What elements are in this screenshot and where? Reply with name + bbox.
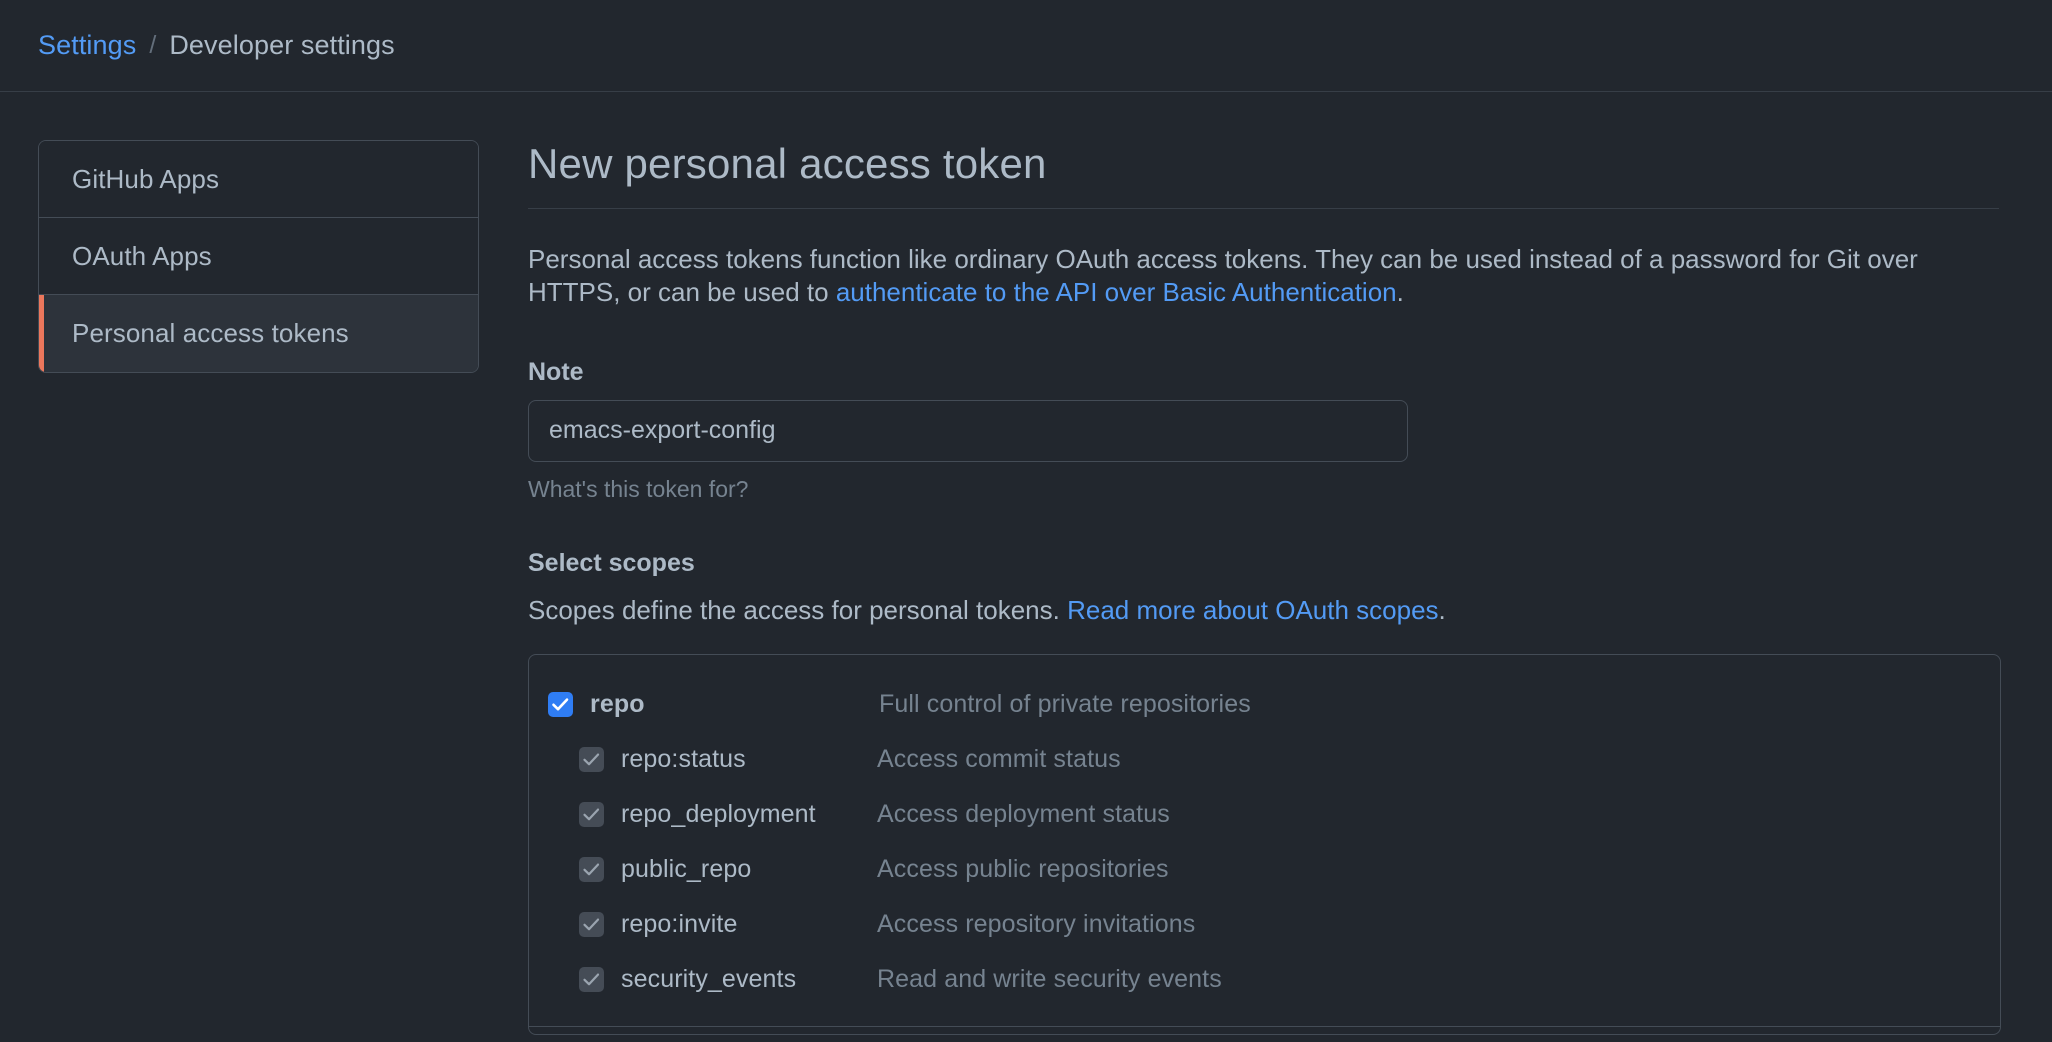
sidebar-item-label: Personal access tokens: [72, 318, 349, 348]
intro-paragraph: Personal access tokens function like ord…: [528, 243, 1988, 310]
scopes-description: Scopes define the access for personal to…: [528, 595, 1999, 626]
checkbox-checked-disabled-icon: [579, 856, 604, 882]
breadcrumb-settings-link[interactable]: Settings: [38, 30, 136, 61]
scope-row-security-events: security_events Read and write security …: [529, 952, 2000, 1007]
scope-description: Full control of private repositories: [879, 689, 1251, 718]
scope-name: public_repo: [621, 854, 752, 883]
scope-description: Access public repositories: [877, 854, 1169, 883]
checkbox-checked-disabled-icon: [579, 911, 604, 937]
note-label: Note: [528, 357, 584, 386]
scope-row-repo-deployment: repo_deployment Access deployment status: [529, 787, 2000, 842]
select-scopes-title: Select scopes: [528, 548, 695, 577]
sidebar-item-personal-access-tokens[interactable]: Personal access tokens: [39, 295, 478, 372]
oauth-scopes-link[interactable]: Read more about OAuth scopes: [1067, 595, 1438, 625]
note-input[interactable]: [528, 399, 1408, 462]
scope-description: Read and write security events: [877, 964, 1222, 993]
breadcrumb-current-page: Developer settings: [169, 30, 395, 60]
scope-name: repo: [590, 689, 645, 718]
scope-description: Access commit status: [877, 744, 1121, 773]
sidebar-item-label: OAuth Apps: [72, 240, 212, 271]
page-body: GitHub Apps OAuth Apps Personal access t…: [0, 92, 2052, 1035]
scope-name: repo:invite: [621, 909, 738, 938]
page-title: New personal access token: [528, 140, 1999, 209]
note-help-text: What's this token for?: [528, 475, 749, 502]
scope-row-public-repo: public_repo Access public repositories: [529, 842, 2000, 897]
basic-authentication-link[interactable]: authenticate to the API over Basic Authe…: [836, 277, 1397, 307]
scope-description: Access repository invitations: [877, 909, 1196, 938]
breadcrumb-separator: /: [149, 31, 157, 59]
main-content: New personal access token Personal acces…: [528, 140, 2001, 1035]
checkbox-checked-disabled-icon: [579, 966, 604, 992]
checkbox-checked-disabled-icon: [579, 801, 604, 827]
checkbox-checked-disabled-icon: [579, 746, 604, 772]
developer-settings-sidebar: GitHub Apps OAuth Apps Personal access t…: [38, 140, 479, 373]
breadcrumb-header: Settings / Developer settings: [0, 0, 2052, 92]
scopes-box-divider: [529, 1025, 2000, 1034]
scope-name: repo_deployment: [621, 799, 816, 828]
checkbox-checked-icon[interactable]: [548, 691, 573, 717]
scope-row-repo[interactable]: repo Full control of private repositorie…: [529, 677, 2000, 732]
sidebar-item-oauth-apps[interactable]: OAuth Apps: [39, 218, 478, 295]
scope-description: Access deployment status: [877, 799, 1170, 828]
intro-text-after-link: .: [1396, 277, 1404, 308]
scope-name: repo:status: [621, 744, 746, 773]
scopes-description-period: .: [1438, 594, 1446, 625]
scopes-list-box: repo Full control of private repositorie…: [528, 653, 2001, 1035]
scope-row-repo-invite: repo:invite Access repository invitation…: [529, 897, 2000, 952]
scope-row-repo-status: repo:status Access commit status: [529, 732, 2000, 787]
sidebar-item-github-apps[interactable]: GitHub Apps: [39, 141, 478, 218]
sidebar-item-label: GitHub Apps: [72, 163, 220, 194]
scope-name: security_events: [621, 964, 797, 993]
scopes-description-text: Scopes define the access for personal to…: [528, 594, 1068, 625]
